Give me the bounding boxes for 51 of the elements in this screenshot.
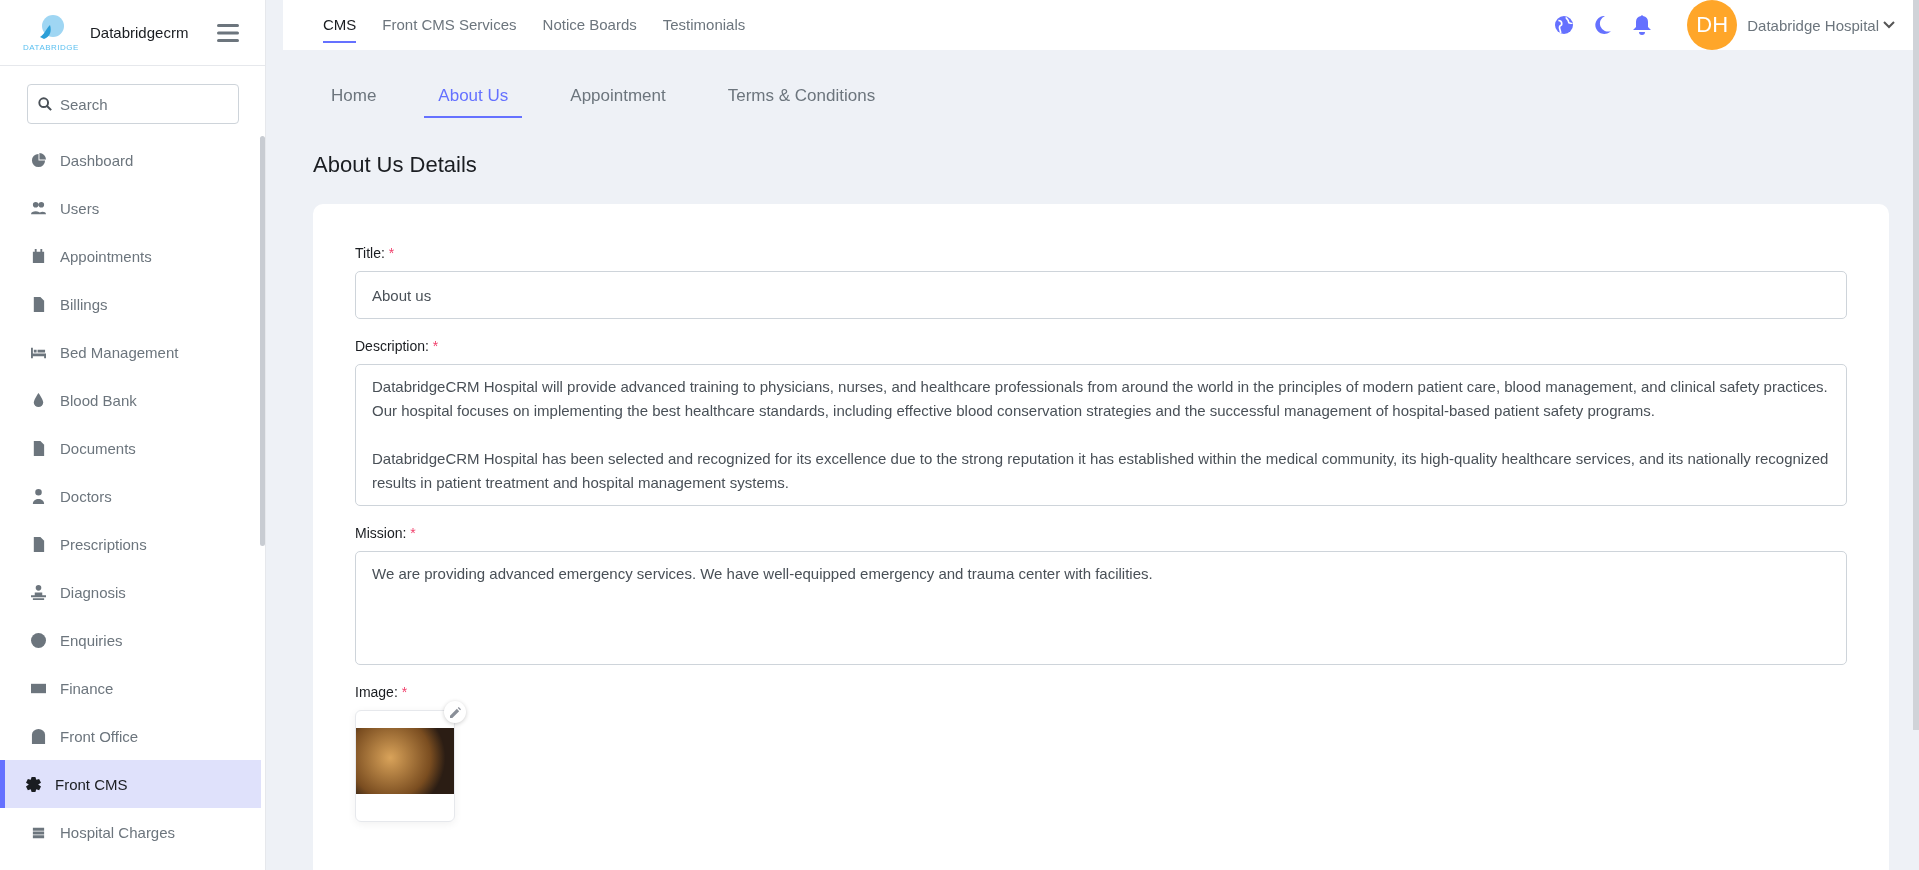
sidebar-item[interactable]: Doctors bbox=[0, 472, 261, 520]
sidebar-item[interactable]: Documents bbox=[0, 424, 261, 472]
users-icon bbox=[31, 200, 46, 216]
tab[interactable]: About Us bbox=[424, 76, 523, 118]
top-nav-link[interactable]: Front CMS Services bbox=[382, 7, 517, 43]
menu-icon[interactable] bbox=[217, 23, 239, 42]
sidebar-item[interactable]: Appointments bbox=[0, 232, 261, 280]
sidebar-item[interactable]: Prescriptions bbox=[0, 520, 261, 568]
scrollbar[interactable] bbox=[260, 136, 265, 546]
sidebar-item[interactable]: Bed Management bbox=[0, 328, 261, 376]
search-icon bbox=[38, 97, 52, 111]
person-icon bbox=[31, 584, 46, 600]
field-label: Mission: * bbox=[355, 525, 416, 541]
pencil-icon bbox=[449, 706, 461, 718]
sidebar-item[interactable]: Enquiries bbox=[0, 616, 261, 664]
brand-name: Databridgecrm bbox=[90, 24, 190, 41]
sidebar-item[interactable]: Front Office bbox=[0, 712, 261, 760]
tab[interactable]: Home bbox=[317, 76, 391, 118]
sidebar-item[interactable]: Front CMS bbox=[0, 760, 261, 808]
pie-chart-icon bbox=[31, 152, 46, 168]
sidebar-item[interactable]: Blood Bank bbox=[0, 376, 261, 424]
tab[interactable]: Appointment bbox=[556, 76, 680, 118]
title-input[interactable]: About us bbox=[355, 271, 1847, 319]
sidebar-item[interactable]: Hospital Charges bbox=[0, 808, 261, 856]
document-icon bbox=[31, 440, 46, 456]
user-name[interactable]: Databridge Hospital bbox=[1747, 16, 1879, 34]
mission-field[interactable]: We are providing advanced emergency services. We have well-equipped emergency and trauma center with facilities. bbox=[355, 551, 1847, 665]
sidebar-item[interactable]: Dashboard bbox=[0, 136, 261, 184]
drop-icon bbox=[31, 392, 46, 408]
sidebar-item[interactable]: Diagnosis bbox=[0, 568, 261, 616]
sidebar-item[interactable]: Billings bbox=[0, 280, 261, 328]
sidebar-item[interactable]: Users bbox=[0, 184, 261, 232]
top-nav-link[interactable]: Testimonials bbox=[662, 7, 746, 43]
moon-icon[interactable] bbox=[1595, 16, 1612, 34]
tab[interactable]: Terms & Conditions bbox=[713, 76, 890, 118]
search-field[interactable]: Search bbox=[27, 84, 239, 124]
field-label: Title: * bbox=[355, 245, 395, 261]
page-heading: About Us Details bbox=[313, 152, 478, 178]
top-nav-link[interactable]: CMS bbox=[323, 7, 357, 43]
calendar-icon bbox=[31, 248, 46, 264]
chevron-down-icon[interactable] bbox=[1883, 21, 1895, 29]
field-label: Description: * bbox=[355, 338, 439, 354]
globe-icon[interactable] bbox=[1555, 16, 1574, 34]
page-scrollbar[interactable] bbox=[1913, 0, 1919, 730]
field-label: Image: * bbox=[355, 684, 408, 700]
description-field[interactable]: DatabridgeCRM Hospital will provide advanced training to physicians, nurses, and healthcare professionals from around the world in the principles of modern patient care, blood management, and clinical safety practices. Our hospital focuses on implementing the best healthcare standards, including effective blood conservation strategies and the successful management of hospital-based patient safety programs. DatabridgeCRM Hospital has been selected and recognized for its excellence due to the strong reputation it has established within the medical community, its high-quality healthcare services, and its nationally recognized results in patient treatment and hospital management systems. bbox=[355, 364, 1847, 506]
sidebar-item[interactable]: Finance bbox=[0, 664, 261, 712]
top-nav-link[interactable]: Notice Boards bbox=[542, 7, 637, 43]
edit-button[interactable] bbox=[444, 701, 466, 723]
logo-caption: DATABRIDGE bbox=[23, 43, 79, 52]
bell-icon[interactable] bbox=[1633, 15, 1652, 35]
